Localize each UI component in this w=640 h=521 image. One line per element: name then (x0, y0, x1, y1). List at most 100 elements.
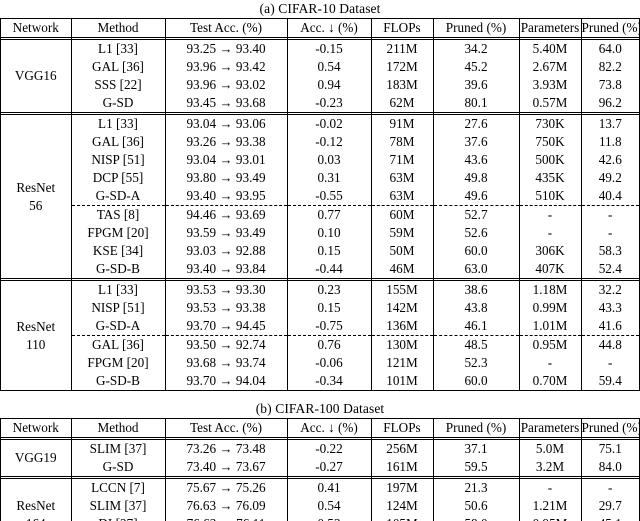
column-header: Parameters (518, 419, 581, 438)
flops-cell: 63M (370, 187, 433, 206)
test-acc-cell: 93.59 → 93.49 (164, 224, 287, 242)
acc-drop-cell: -0.27 (286, 458, 371, 477)
table-row: KSE [34] 93.03 → 92.88 0.15 50M 60.0 306K 58.3 (1, 242, 639, 260)
test-acc-cell: 93.03 → 92.88 (164, 242, 287, 260)
method-cell: NISP [51] (70, 299, 165, 317)
table-row: VGG19 SLIM [37] 73.26 → 73.48 -0.22 256M 37.1… (1, 439, 639, 465)
network-name-cell: ResNet164 (16, 498, 56, 521)
method-cell: GAL [36] (70, 335, 165, 354)
flops-pruned-cell: 50.6 (432, 497, 519, 515)
params-pruned-cell: 64.0 (580, 39, 639, 58)
flops-cell: 142M (370, 299, 433, 317)
table-row: NISP [51] 93.04 → 93.01 0.03 71M 43.6 500K 42.… (1, 151, 639, 169)
acc-drop-cell: 0.77 (286, 205, 371, 224)
table-row: ResNet164 LCCN [7]75.67 → 75.260.41197M21… (1, 478, 639, 521)
params-pruned-cell: - (580, 224, 639, 242)
flops-pruned-cell: 27.6 (432, 114, 519, 133)
flops-cell: 63M (370, 169, 433, 187)
table-row: GAL [36] 93.50 → 92.74 0.76 130M 48.5 0.95M 44… (1, 335, 639, 354)
acc-drop-cell: -0.44 (286, 260, 371, 279)
flops-pruned-cell: 43.6 (432, 151, 519, 169)
flops-cell: 121M (370, 354, 433, 372)
column-header: Method (70, 419, 165, 438)
table-b-subcaption: (b) CIFAR-100 Dataset (255, 401, 385, 416)
test-acc-cell: 93.40 → 93.84 (164, 260, 287, 279)
acc-drop-cell: 0.10 (286, 224, 371, 242)
flops-cell: 256M (370, 439, 433, 458)
parameters-cell: 1.18M (518, 280, 581, 299)
flops-cell: 101M (370, 372, 433, 390)
parameters-cell: 0.95M (518, 515, 581, 521)
flops-pruned-cell: 80.1 (432, 94, 519, 113)
parameters-cell: 3.93M (518, 76, 581, 94)
method-cell: NISP [51] (70, 151, 165, 169)
test-acc-cell: 93.80 → 93.49 (164, 169, 287, 187)
flops-pruned-cell: 60.0 (432, 372, 519, 390)
column-header: FLOPs (370, 419, 433, 438)
method-cell: KSE [34] (70, 242, 165, 260)
method-cell: TAS [8] (70, 205, 165, 224)
method-cell: G-SD-B (70, 372, 165, 390)
parameters-cell: 730K (518, 114, 581, 133)
flops-pruned-cell: 34.2 (432, 39, 519, 58)
flops-pruned-cell: 39.6 (432, 76, 519, 94)
acc-drop-cell: 0.23 (286, 280, 371, 299)
test-acc-cell: 76.63 → 76.09 (164, 497, 287, 515)
method-cell: SSS [22] (70, 76, 165, 94)
acc-drop-cell: 0.03 (286, 151, 371, 169)
params-pruned-cell: 58.3 (580, 242, 639, 260)
method-cell: L1 [33] (70, 280, 165, 299)
flops-pruned-cell: 49.6 (432, 187, 519, 206)
flops-cell: 105M (370, 515, 433, 521)
acc-drop-cell: -0.34 (286, 372, 371, 390)
parameters-cell: 435K (518, 169, 581, 187)
column-header: Pruned (%) (432, 419, 519, 438)
parameters-cell: - (518, 205, 581, 224)
method-cell: LCCN [7] (70, 478, 165, 497)
table-row: G-SD-B 93.70 → 94.04 -0.34 101M 60.0 0.70M 59.… (1, 372, 639, 390)
test-acc-cell: 93.70 → 94.45 (164, 317, 287, 336)
test-acc-cell: 94.46 → 93.69 (164, 205, 287, 224)
params-pruned-cell: 45.1 (580, 515, 639, 521)
table-row: G-SD-A 93.40 → 93.95 -0.55 63M 49.6 510K 40.4 (1, 187, 639, 206)
parameters-cell: 0.70M (518, 372, 581, 390)
flops-cell: 46M (370, 260, 433, 279)
column-header: Network (1, 419, 71, 438)
test-acc-cell: 93.25 → 93.40 (164, 39, 287, 58)
table-row: FPGM [20] 93.59 → 93.49 0.10 59M 52.6- - (1, 224, 639, 242)
parameters-cell: 750K (518, 133, 581, 151)
test-acc-cell: 93.70 → 94.04 (164, 372, 287, 390)
acc-drop-cell: 0.15 (286, 299, 371, 317)
method-cell: SLIM [37] (70, 497, 165, 515)
column-header: Pruned (%) (580, 19, 640, 38)
test-acc-cell: 93.26 → 93.38 (164, 133, 287, 151)
test-acc-cell: 93.68 → 93.74 (164, 354, 287, 372)
flops-cell: 136M (370, 317, 433, 336)
flops-cell: 124M (370, 497, 433, 515)
table-row: NISP [51] 93.53 → 93.38 0.15 142M 43.8 0.99M 4… (1, 299, 639, 317)
params-pruned-cell: 52.4 (580, 260, 639, 279)
test-acc-cell: 93.04 → 93.01 (164, 151, 287, 169)
flops-pruned-cell: 60.0 (432, 242, 519, 260)
params-pruned-cell: 44.8 (580, 335, 639, 354)
parameters-cell: 407K (518, 260, 581, 279)
flops-pruned-cell: 63.0 (432, 260, 519, 279)
flops-cell: 59M (370, 224, 433, 242)
test-acc-cell: 93.40 → 93.95 (164, 187, 287, 206)
method-cell: DI [27] (70, 515, 165, 521)
flops-pruned-cell: 59.5 (432, 458, 519, 477)
flops-pruned-cell: 21.3 (432, 478, 519, 497)
params-pruned-cell: 75.1 (580, 439, 639, 458)
parameters-cell: 2.67M (518, 58, 581, 76)
method-cell: G-SD (70, 94, 165, 113)
column-header: Test Acc. (%) (164, 19, 287, 38)
parameters-cell: - (518, 478, 581, 497)
method-cell: G-SD-B (70, 260, 165, 279)
flops-pruned-cell: 49.8 (432, 169, 519, 187)
flops-cell: 183M (370, 76, 433, 94)
method-cell: GAL [36] (70, 133, 165, 151)
flops-pruned-cell: 52.3 (432, 354, 519, 372)
test-acc-cell: 93.53 → 93.30 (164, 280, 287, 299)
table-spacer (0, 391, 640, 400)
flops-cell: 62M (370, 94, 433, 113)
